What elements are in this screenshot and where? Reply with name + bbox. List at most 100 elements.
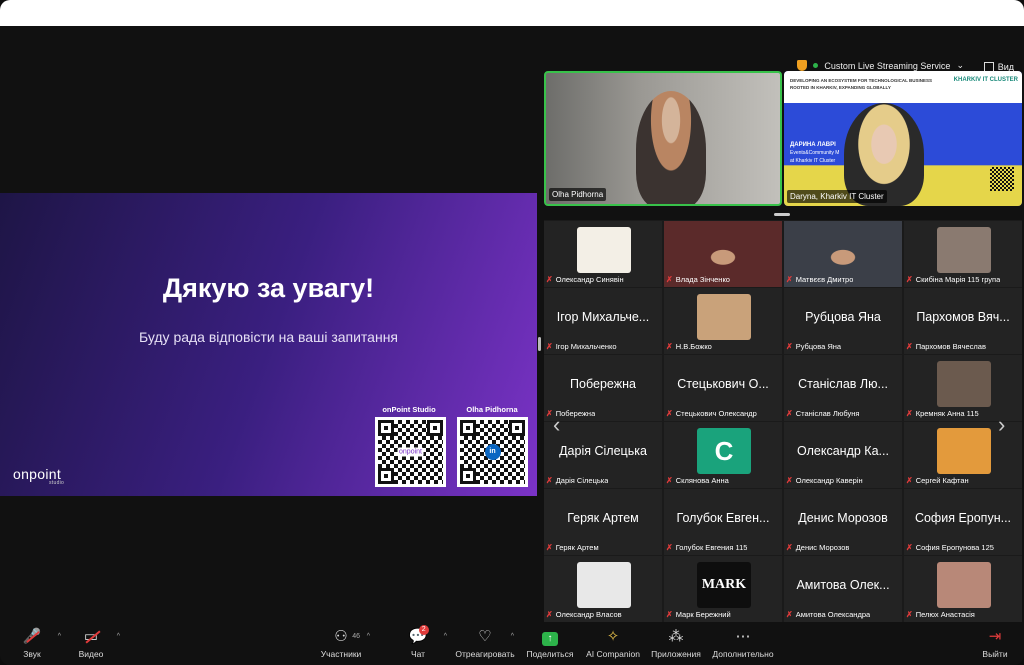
overlay-org: at Kharkiv IT Cluster [790,157,836,164]
share-button[interactable]: ↑ Поделиться [515,627,585,659]
participant-display-name: Ігор Михальче... [556,310,650,324]
ai-companion-label: AI Companion [586,649,640,659]
more-button[interactable]: ⋯ Дополнительно [708,627,778,659]
participant-name: Геряк Артем [555,543,599,552]
microphone-muted-icon: ✗ [906,409,913,418]
leave-button[interactable]: ⇥ Выйти [960,627,1024,659]
participant-tile[interactable]: Пархомов Вяч... ✗ Пархомов Вячеслав [904,288,1022,354]
participant-name: Амитова Олександра [795,610,871,619]
participant-tile[interactable]: Побережна ✗ Побережна [544,355,662,421]
overlay-name: ДАРИНА ЛАВРІ [790,142,836,148]
onpoint-logo: onpoint studio [13,466,64,486]
participant-name: Пелюх Анастасія [915,610,975,619]
participant-tile[interactable]: ✗ Олександр Власов [544,556,662,622]
background-name: ДАРИНА ЛАВРІ Events&Community M at Khark… [790,141,839,165]
participants-label: Участники [320,649,362,659]
video-button[interactable]: ▭ Видео ^ [56,627,126,659]
participant-tile[interactable]: Рубцова Яна ✗ Рубцова Яна [784,288,902,354]
participant-display-name: Денис Морозов [798,511,888,525]
participant-tile[interactable]: Денис Морозов ✗ Денис Морозов [784,489,902,555]
participant-tile[interactable]: ✗ Матвєєв Дмитро [784,221,902,287]
react-button[interactable]: ♡ Отреагировать ^ [450,627,520,659]
resize-handle[interactable] [774,213,790,216]
participant-tile[interactable]: Олександр Ка... ✗ Олександр Каверін [784,422,902,488]
video-tile-speaker[interactable]: Olha Pidhorna [544,71,782,206]
stream-label: Custom Live Streaming Service [824,60,951,71]
participant-display-name: Олександр Ка... [797,444,889,458]
video-tile-daryna[interactable]: DEVELOPING AN ECOSYSTEM FOR TECHNOLOGICA… [784,71,1022,206]
participant-tile[interactable]: ✗ Олександр Синявін [544,221,662,287]
microphone-muted-icon: ✗ [786,409,793,418]
participant-tile[interactable]: Ігор Михальче... ✗ Ігор Михальченко [544,288,662,354]
participant-name: Дарія Сілецька [555,476,609,485]
microphone-muted-icon: ✗ [546,610,553,619]
participant-name-label: ✗ Стецькович Олександр [666,409,757,418]
participant-name-label: ✗ Склянова Анна [666,476,729,485]
participant-tile[interactable]: Амитова Олек... ✗ Амитова Олександра [784,556,902,622]
chat-button[interactable]: 💬 2 Чат ^ [383,625,453,659]
participant-name-label: ✗ Олександр Каверін [786,476,863,485]
participant-name: Денис Морозов [795,543,850,552]
participant-name: Голубок Евгения 115 [675,543,748,552]
participant-name: Влада Зінченко [675,275,730,284]
gallery-next-button[interactable]: › [998,412,1005,438]
participant-avatar [937,227,991,273]
microphone-muted-icon: ✗ [666,610,673,619]
react-options-caret[interactable]: ^ [511,633,514,640]
microphone-muted-icon: ✗ [666,543,673,552]
participant-avatar [577,562,631,608]
audio-label: Звук [23,649,41,659]
slide-title: Дякую за увагу! [162,273,375,303]
participant-name: Кремняк Анна 115 [915,409,979,418]
participant-name-label: ✗ Голубок Евгения 115 [666,543,747,552]
microphone-muted-icon: ✗ [906,275,913,284]
qr2-label: Olha Pidhorna [466,405,518,414]
participants-options-caret[interactable]: ^ [367,633,370,640]
participant-name-label: ✗ Пелюх Анастасія [906,610,975,619]
participant-name-label: ✗ Скибіна Марія 115 група [906,275,1000,284]
title-bar [0,0,1024,26]
ai-companion-button[interactable]: ✧ AI Companion [578,627,648,659]
participant-tile[interactable]: Геряк Артем ✗ Геряк Артем [544,489,662,555]
participant-name: Станіслав Любуня [795,409,860,418]
participant-tile[interactable]: Голубок Евген... ✗ Голубок Евгения 115 [664,489,782,555]
participant-display-name: Пархомов Вяч... [916,310,1010,324]
video-name: Daryna, Kharkiv IT Cluster [787,190,887,203]
qr-code-onpoint: onpoint [375,417,446,487]
participant-display-name: Голубок Евген... [676,511,770,525]
video-options-caret[interactable]: ^ [117,633,120,640]
participant-tile[interactable]: MARK ✗ Марк Бережний [664,556,782,622]
participant-tile[interactable]: ✗ Н.В.Божко [664,288,782,354]
split-handle[interactable] [538,337,541,351]
participant-tile[interactable]: C ✗ Склянова Анна [664,422,782,488]
participant-avatar [937,562,991,608]
participant-tile[interactable]: Стецькович О... ✗ Стецькович Олександр [664,355,782,421]
virtual-background-banner: DEVELOPING AN ECOSYSTEM FOR TECHNOLOGICA… [784,71,1022,103]
qr-code-linkedin: in [457,417,528,487]
participant-name: Олександр Власов [555,610,622,619]
chat-options-caret[interactable]: ^ [444,633,447,640]
participant-tile[interactable]: Дарія Сілецька ✗ Дарія Сілецька [544,422,662,488]
participant-tile[interactable]: ✗ Влада Зінченко [664,221,782,287]
share-screen-icon: ↑ [542,627,558,647]
participant-tile[interactable]: ✗ Скибіна Марія 115 група [904,221,1022,287]
participant-display-name: Станіслав Лю... [798,377,888,391]
microphone-muted-icon: ✗ [546,543,553,552]
participant-tile[interactable]: Станіслав Лю... ✗ Станіслав Любуня [784,355,902,421]
microphone-muted-icon: 🎤 [23,627,42,647]
live-stream-status[interactable]: Custom Live Streaming Service ⌄ [797,60,964,71]
shield-icon [797,60,808,71]
apps-button[interactable]: ⁂ Приложения [641,627,711,659]
participant-display-name: Стецькович О... [677,377,769,391]
participant-tile[interactable]: ✗ Пелюх Анастасія [904,556,1022,622]
participant-tile[interactable]: София Еропун... ✗ София Еропунова 125 [904,489,1022,555]
gallery-prev-button[interactable]: ‹ [553,412,560,438]
participants-button[interactable]: ⚇ 46 Участники ^ [306,627,376,659]
participant-avatar: MARK [697,562,751,608]
logo-subtext: studio [49,480,65,486]
participant-name-label: ✗ Амитова Олександра [786,610,870,619]
video-label: Видео [78,649,104,659]
qr1-badge: onpoint [397,447,424,457]
microphone-muted-icon: ✗ [786,275,793,284]
participant-name-label: ✗ Пархомов Вячеслав [906,342,986,351]
